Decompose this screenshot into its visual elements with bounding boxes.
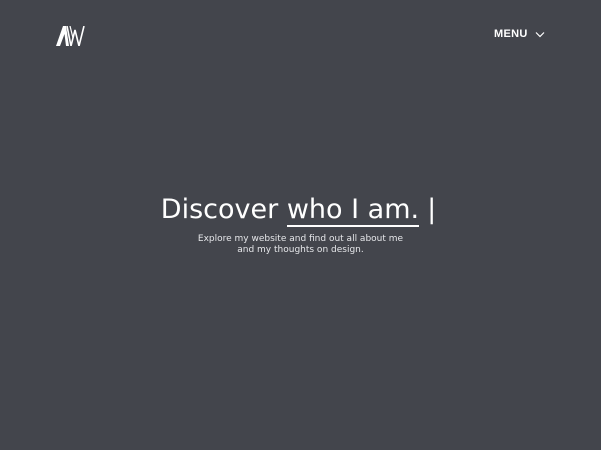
hero-subtitle: Explore my website and find out all abou… [0, 234, 601, 255]
headline-prefix: Discover [160, 194, 279, 225]
headline-typed-text: who I am. [286, 194, 420, 227]
typing-cursor: | [427, 194, 437, 225]
hero-subtitle-line-1: Explore my website and find out all abou… [197, 234, 404, 244]
hero-headline: Discover who I am. | [0, 193, 599, 227]
menu-button[interactable]: MENU [494, 27, 545, 41]
hero-subtitle-line-2: and my thoughts on design. [237, 244, 364, 255]
hero-section: Discover who I am. | Explore my website a… [0, 193, 601, 255]
chevron-down-icon [535, 31, 545, 37]
menu-label: MENU [494, 28, 528, 40]
aw-monogram-logo-icon [56, 26, 85, 46]
site-logo[interactable] [56, 26, 86, 46]
